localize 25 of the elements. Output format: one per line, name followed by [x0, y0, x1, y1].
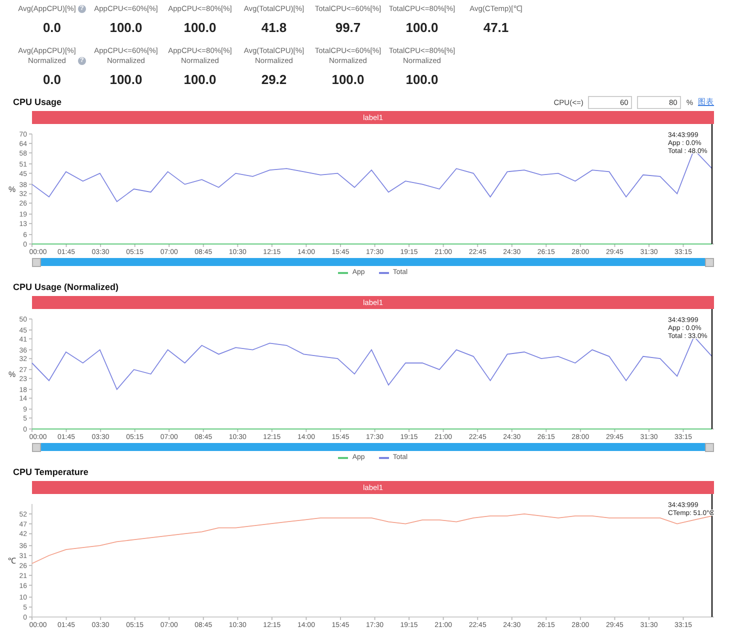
zoom-slider[interactable] — [32, 443, 714, 451]
stat-value: 0.0 — [42, 73, 62, 87]
section-title: CPU Usage — [13, 97, 62, 107]
slider-handle[interactable] — [32, 442, 41, 452]
stat-value: 100.0 — [110, 73, 142, 87]
stat-value: 41.8 — [261, 21, 287, 35]
slider-handle[interactable] — [32, 258, 41, 266]
stat-value: 100.0 — [406, 21, 438, 35]
stat-value: 100.0 — [184, 21, 216, 35]
stat-value: 47.1 — [483, 21, 509, 35]
zoom-slider[interactable] — [32, 258, 714, 266]
stat-value: 29.2 — [261, 73, 287, 87]
stat-value: 100.0 — [110, 21, 142, 35]
stat-value: 100.0 — [332, 73, 364, 87]
stat-value: 0.0 — [42, 21, 62, 35]
section-title: CPU Usage (Normalized) — [13, 282, 119, 292]
stat-value: 100.0 — [406, 73, 438, 87]
slider-handle[interactable] — [705, 258, 714, 266]
stat-value: 100.0 — [184, 73, 216, 87]
y-axis-title: ℃ — [8, 556, 16, 566]
stat-value: 99.7 — [335, 21, 361, 35]
y-axis-title: % — [8, 370, 16, 379]
section-title: CPU Temperature — [13, 467, 88, 477]
y-axis-title: % — [8, 185, 16, 194]
slider-handle[interactable] — [705, 442, 714, 452]
